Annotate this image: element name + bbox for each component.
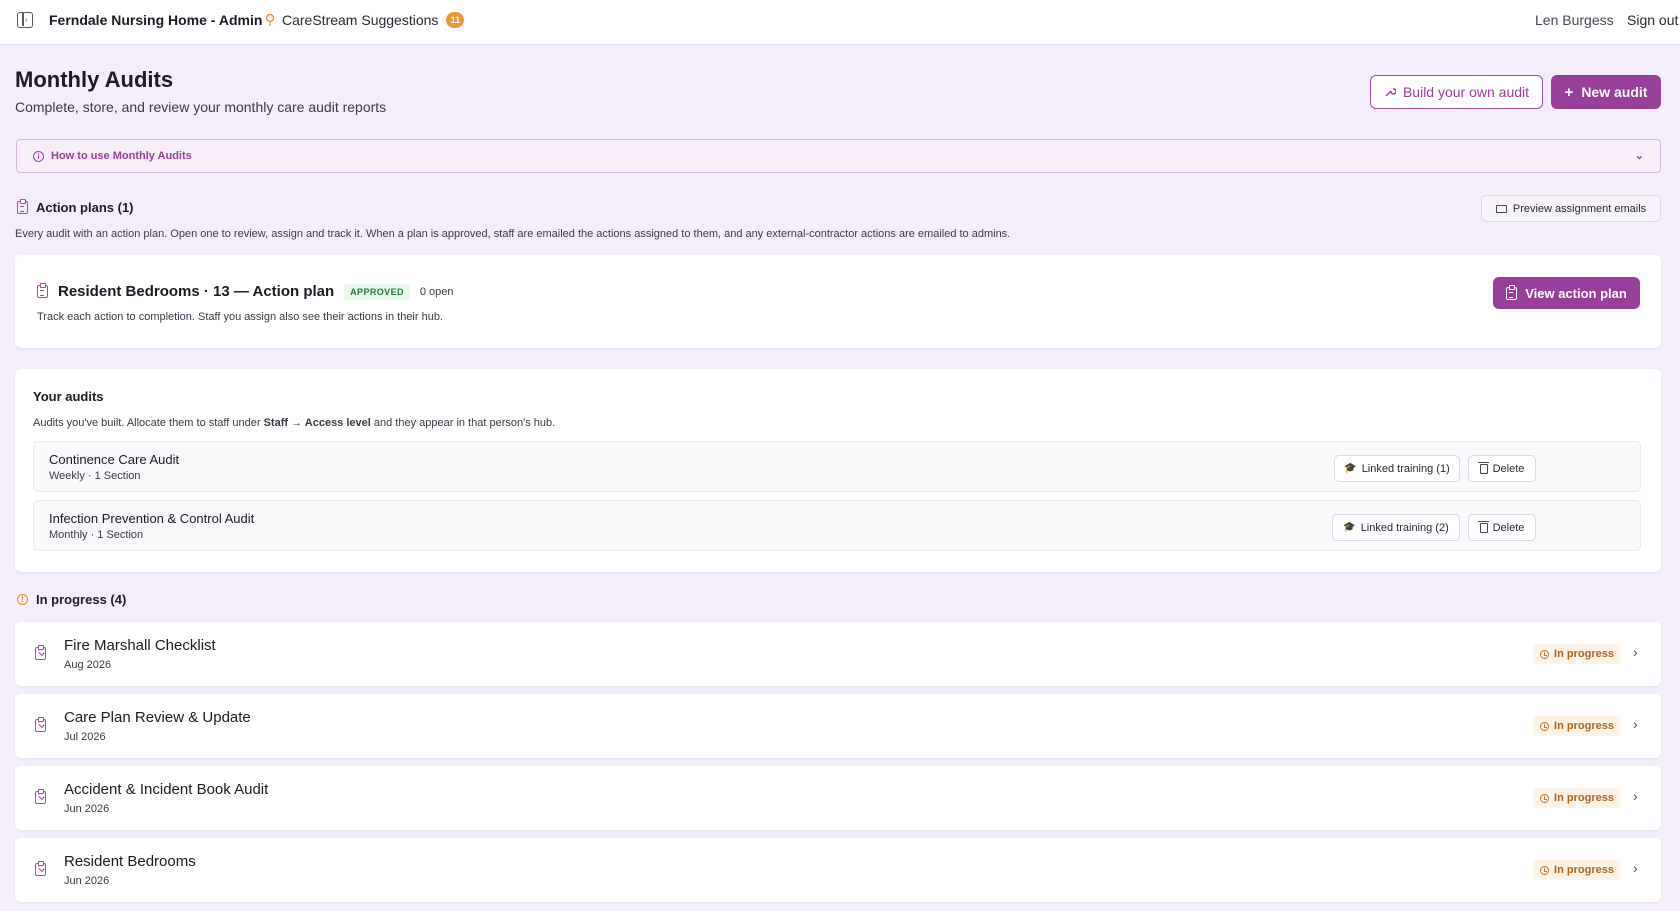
linked-training-label: Linked training (2) [1360, 521, 1449, 534]
your-audits-heading: Your audits [33, 389, 104, 404]
audit-date: Jun 2026 [64, 875, 110, 887]
audit-row[interactable]: Resident Bedrooms Jun 2026 In progress › [15, 838, 1661, 902]
graduation-cap-icon: 🎓 [1344, 463, 1357, 474]
action-plan-title: Resident Bedrooms · 13 — Action plan [58, 283, 335, 300]
clipboard-check-icon [35, 645, 46, 660]
new-audit-label: New audit [1581, 84, 1648, 100]
desc-text: and they appear in that person's hub. [370, 417, 556, 429]
status-label: In progress [1554, 792, 1614, 804]
clock-icon [1540, 649, 1550, 659]
audit-row[interactable]: Care Plan Review & Update Jul 2026 In pr… [15, 694, 1661, 758]
status-badge: In progress [1533, 788, 1621, 808]
suggestions-label: CareStream Suggestions [282, 12, 439, 28]
top-bar: › Ferndale Nursing Home - Admin CareStre… [0, 0, 1680, 45]
delete-label: Delete [1492, 462, 1525, 475]
your-audits-card: Your audits Audits you've built. Allocat… [15, 369, 1661, 572]
build-audit-button[interactable]: Build your own audit [1370, 75, 1543, 109]
preview-emails-label: Preview assignment emails [1512, 202, 1647, 215]
page-subtitle: Complete, store, and review your monthly… [15, 99, 387, 115]
desc-staff: Staff [263, 417, 289, 429]
howto-label: How to use Monthly Audits [51, 150, 192, 162]
clipboard-icon [37, 283, 48, 298]
list-item[interactable]: Continence Care Audit Weekly · 1 Section… [33, 441, 1641, 492]
action-plans-description: Every audit with an action plan. Open on… [15, 228, 1011, 240]
clock-icon [1540, 721, 1550, 731]
clipboard-icon [1506, 284, 1518, 300]
audit-name: Resident Bedrooms [64, 853, 196, 870]
info-icon: i [33, 150, 44, 162]
audit-row[interactable]: Accident & Incident Book Audit Jun 2026 … [15, 766, 1661, 830]
list-item[interactable]: Infection Prevention & Control Audit Mon… [33, 500, 1641, 551]
status-badge: In progress [1533, 716, 1621, 736]
suggestions-link[interactable]: CareStream Suggestions 11 [264, 12, 465, 28]
wrench-icon [1385, 88, 1396, 97]
user-name[interactable]: Len Burgess [1535, 12, 1614, 28]
trash-icon [1477, 520, 1489, 533]
clipboard-check-icon [35, 861, 46, 876]
audit-meta: Weekly · 1 Section [49, 470, 141, 482]
graduation-cap-icon: 🎓 [1343, 522, 1356, 533]
status-badge: In progress [1533, 644, 1621, 664]
clock-icon [1540, 865, 1550, 875]
lightbulb-icon [265, 13, 275, 26]
signout-link[interactable]: Sign out [1627, 12, 1678, 28]
audit-name: Fire Marshall Checklist [64, 637, 216, 654]
audit-row[interactable]: Fire Marshall Checklist Aug 2026 In prog… [15, 622, 1661, 686]
linked-training-label: Linked training (1) [1361, 462, 1450, 475]
chevron-right-icon[interactable]: › [1633, 860, 1638, 876]
suggestions-count-badge: 11 [446, 12, 465, 28]
action-plan-header: Resident Bedrooms · 13 — Action plan APP… [37, 283, 454, 300]
organization-name: Ferndale Nursing Home - Admin [49, 12, 263, 28]
chevron-right-icon[interactable]: › [1633, 644, 1638, 660]
audit-name: Care Plan Review & Update [64, 709, 251, 726]
clipboard-check-icon [35, 789, 46, 804]
chevron-right-icon[interactable]: › [1633, 716, 1638, 732]
your-audits-description: Audits you've built. Allocate them to st… [33, 417, 555, 429]
action-plan-description: Track each action to completion. Staff y… [37, 311, 444, 323]
in-progress-title: In progress (4) [36, 592, 127, 607]
desc-text: Audits you've built. Allocate them to st… [33, 417, 264, 429]
open-count: 0 open [419, 285, 454, 298]
status-badge: APPROVED [344, 283, 410, 300]
action-plans-heading: Action plans (1) [17, 199, 134, 215]
audit-date: Aug 2026 [64, 659, 112, 671]
audit-date: Jun 2026 [64, 803, 110, 815]
clipboard-icon [17, 199, 28, 214]
linked-training-button[interactable]: 🎓 Linked training (2) [1332, 514, 1460, 541]
chevron-right-icon[interactable]: › [1633, 788, 1638, 804]
mail-icon [1495, 204, 1507, 213]
audit-meta: Monthly · 1 Section [49, 529, 144, 541]
audit-name: Accident & Incident Book Audit [64, 781, 269, 798]
action-plans-title: Action plans (1) [36, 200, 134, 215]
desc-arrow: → [288, 417, 305, 429]
howto-accordion[interactable]: i How to use Monthly Audits ⌄ [16, 139, 1661, 173]
in-progress-heading: ! In progress (4) [17, 592, 126, 607]
view-action-plan-label: View action plan [1525, 285, 1627, 301]
status-label: In progress [1554, 648, 1614, 660]
delete-button[interactable]: Delete [1468, 455, 1536, 482]
audit-date: Jul 2026 [64, 731, 106, 743]
view-action-plan-button[interactable]: View action plan [1493, 277, 1640, 309]
audit-name: Continence Care Audit [49, 452, 180, 467]
delete-label: Delete [1492, 521, 1525, 534]
status-label: In progress [1554, 864, 1614, 876]
action-plan-card: Resident Bedrooms · 13 — Action plan APP… [15, 255, 1661, 348]
alert-circle-icon: ! [17, 594, 28, 605]
clock-icon [1540, 793, 1550, 803]
linked-training-button[interactable]: 🎓 Linked training (1) [1334, 455, 1460, 482]
page-title: Monthly Audits [15, 67, 174, 92]
plus-icon: + [1564, 83, 1574, 101]
chevron-down-icon: ⌄ [1634, 150, 1644, 162]
clipboard-check-icon [35, 717, 46, 732]
new-audit-button[interactable]: + New audit [1551, 75, 1661, 109]
preview-emails-button[interactable]: Preview assignment emails [1481, 195, 1661, 222]
trash-icon [1477, 461, 1489, 474]
build-audit-label: Build your own audit [1402, 84, 1530, 100]
audit-name: Infection Prevention & Control Audit [49, 511, 255, 526]
status-badge: In progress [1533, 860, 1621, 880]
status-label: In progress [1554, 720, 1614, 732]
sidebar-toggle-icon[interactable]: › [17, 12, 33, 28]
desc-access-level: Access level [304, 417, 371, 429]
delete-button[interactable]: Delete [1468, 514, 1536, 541]
